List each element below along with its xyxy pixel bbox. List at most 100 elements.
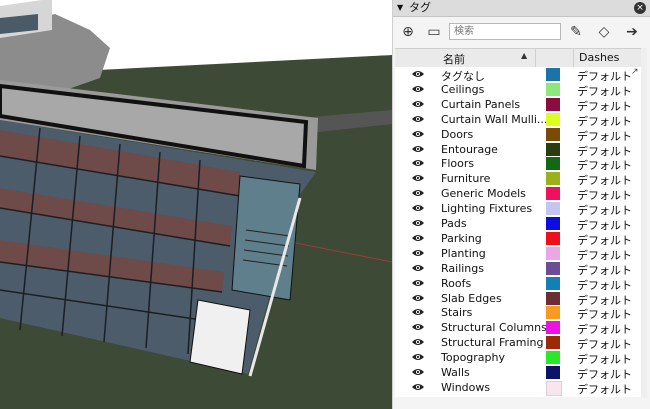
tag-name[interactable]: Furniture — [441, 172, 490, 185]
tag-name[interactable]: Structural Columns — [441, 321, 547, 334]
visibility-eye-icon[interactable] — [411, 84, 425, 94]
details-icon[interactable]: ➔ — [623, 23, 641, 41]
visibility-eye-icon[interactable] — [411, 278, 425, 288]
tag-row[interactable]: Planting デフォルト — [395, 246, 641, 262]
tag-color-swatch[interactable] — [546, 366, 560, 379]
tag-name[interactable]: Roofs — [441, 277, 471, 290]
tag-name[interactable]: Lighting Fixtures — [441, 202, 532, 215]
visibility-eye-icon[interactable] — [411, 144, 425, 154]
tag-name[interactable]: Stairs — [441, 306, 472, 319]
tag-color-swatch[interactable] — [546, 276, 560, 290]
tag-name[interactable]: Ceilings — [441, 83, 484, 96]
visibility-eye-icon[interactable] — [411, 382, 425, 392]
tag-row[interactable]: Topography デフォルト — [395, 350, 641, 366]
tag-color-swatch[interactable] — [546, 97, 560, 111]
tag-color-swatch[interactable] — [546, 142, 560, 156]
tag-row[interactable]: Railings デフォルト — [395, 261, 641, 277]
visibility-eye-icon[interactable] — [411, 352, 425, 362]
tag-name[interactable]: Curtain Panels — [441, 98, 520, 111]
tag-name[interactable]: Floors — [441, 157, 474, 170]
tag-row[interactable]: Slab Edges デフォルト — [395, 291, 641, 307]
tag-color-swatch[interactable] — [546, 157, 560, 171]
tag-color-swatch[interactable] — [546, 112, 560, 126]
tag-name[interactable]: Pads — [441, 217, 467, 230]
tag-name[interactable]: Structural Framing — [441, 336, 543, 349]
tag-row[interactable]: Floors デフォルト — [395, 156, 641, 172]
tag-row[interactable]: Ceilings デフォルト — [395, 82, 641, 98]
tag-color-swatch[interactable] — [546, 217, 560, 230]
close-icon[interactable]: × — [634, 2, 646, 14]
tag-color-swatch[interactable] — [546, 336, 560, 350]
tag-name[interactable]: Parking — [441, 232, 482, 245]
add-tag-icon[interactable]: ⊕ — [399, 23, 417, 41]
visibility-eye-icon[interactable] — [411, 114, 425, 124]
tag-row[interactable]: Walls デフォルト — [395, 365, 641, 381]
model-viewport[interactable] — [0, 0, 392, 409]
tag-color-swatch[interactable] — [546, 291, 560, 305]
tag-color-swatch[interactable] — [546, 127, 560, 141]
tag-color-swatch[interactable] — [546, 380, 562, 396]
visibility-eye-icon[interactable] — [411, 173, 425, 183]
tag-name[interactable]: Planting — [441, 247, 486, 260]
tag-row[interactable]: Pads デフォルト — [395, 216, 641, 232]
tag-row[interactable]: Stairs デフォルト — [395, 305, 641, 321]
visibility-eye-icon[interactable] — [411, 337, 425, 347]
column-header-name[interactable]: 名前 — [443, 51, 465, 67]
tag-color-swatch[interactable] — [546, 261, 560, 275]
tag-row[interactable]: Furniture デフォルト — [395, 171, 641, 187]
visibility-eye-icon[interactable] — [411, 158, 425, 168]
tag-color-swatch[interactable] — [546, 231, 560, 245]
tag-name[interactable]: Generic Models — [441, 187, 526, 200]
column-header-dashes[interactable]: Dashes — [579, 51, 619, 64]
tag-row[interactable]: Curtain Panels デフォルト — [395, 97, 641, 113]
tag-color-swatch[interactable] — [546, 351, 560, 365]
tag-color-swatch[interactable] — [546, 187, 560, 201]
visibility-eye-icon[interactable] — [411, 322, 425, 332]
tag-name[interactable]: Railings — [441, 262, 484, 275]
tag-row[interactable]: Lighting Fixtures デフォルト — [395, 201, 641, 217]
tag-name[interactable]: Topography — [441, 351, 505, 364]
tag-color-swatch[interactable] — [546, 202, 560, 216]
tag-row[interactable]: Doors デフォルト — [395, 127, 641, 143]
tag-name[interactable]: Slab Edges — [441, 292, 502, 305]
tag-color-swatch[interactable] — [546, 68, 560, 81]
tag-name[interactable]: Curtain Wall Mulli... — [441, 113, 547, 126]
visibility-eye-icon[interactable] — [411, 99, 425, 109]
tag-row[interactable]: Windows デフォルト — [395, 380, 641, 397]
search-input[interactable] — [449, 23, 561, 40]
tag-color-swatch[interactable] — [546, 306, 560, 320]
visibility-eye-icon[interactable] — [411, 367, 425, 377]
tag-name[interactable]: Entourage — [441, 143, 498, 156]
tag-name[interactable]: Walls — [441, 366, 470, 379]
tag-color-swatch[interactable] — [546, 82, 560, 96]
tag-row[interactable]: タグなし デフォルト ↗ — [395, 67, 641, 83]
visibility-eye-icon[interactable] — [411, 263, 425, 273]
visibility-eye-icon[interactable] — [411, 293, 425, 303]
add-folder-icon[interactable]: ▭ — [425, 23, 443, 41]
tag-color-swatch[interactable] — [546, 172, 560, 186]
tag-row[interactable]: Structural Columns デフォルト — [395, 320, 641, 336]
tag-row[interactable]: Entourage デフォルト — [395, 142, 641, 158]
visibility-eye-icon[interactable] — [411, 129, 425, 139]
tag-row[interactable]: Generic Models デフォルト — [395, 186, 641, 202]
tag-tool-icon[interactable]: ✎ — [567, 23, 585, 41]
tag-color-swatch[interactable] — [546, 246, 560, 260]
tag-name[interactable]: Doors — [441, 128, 473, 141]
tag-row[interactable]: Structural Framing デフォルト — [395, 335, 641, 351]
panel-title-bar[interactable]: ▼ タグ × — [393, 0, 650, 17]
sort-ascending-icon[interactable]: ▲ — [521, 51, 527, 60]
visibility-eye-icon[interactable] — [411, 188, 425, 198]
visibility-eye-icon[interactable] — [411, 69, 425, 79]
tag-color-swatch[interactable] — [546, 321, 560, 335]
collapse-arrow-icon[interactable]: ▼ — [397, 0, 403, 16]
visibility-eye-icon[interactable] — [411, 307, 425, 317]
tag-dashes[interactable]: デフォルト — [577, 381, 632, 397]
tag-name[interactable]: Windows — [441, 381, 490, 394]
color-by-tag-icon[interactable]: ◇ — [595, 23, 613, 41]
visibility-eye-icon[interactable] — [411, 233, 425, 243]
scrollbar[interactable] — [641, 48, 647, 398]
visibility-eye-icon[interactable] — [411, 248, 425, 258]
visibility-eye-icon[interactable] — [411, 203, 425, 213]
tag-row[interactable]: Curtain Wall Mulli... デフォルト — [395, 112, 641, 128]
visibility-eye-icon[interactable] — [411, 218, 425, 228]
